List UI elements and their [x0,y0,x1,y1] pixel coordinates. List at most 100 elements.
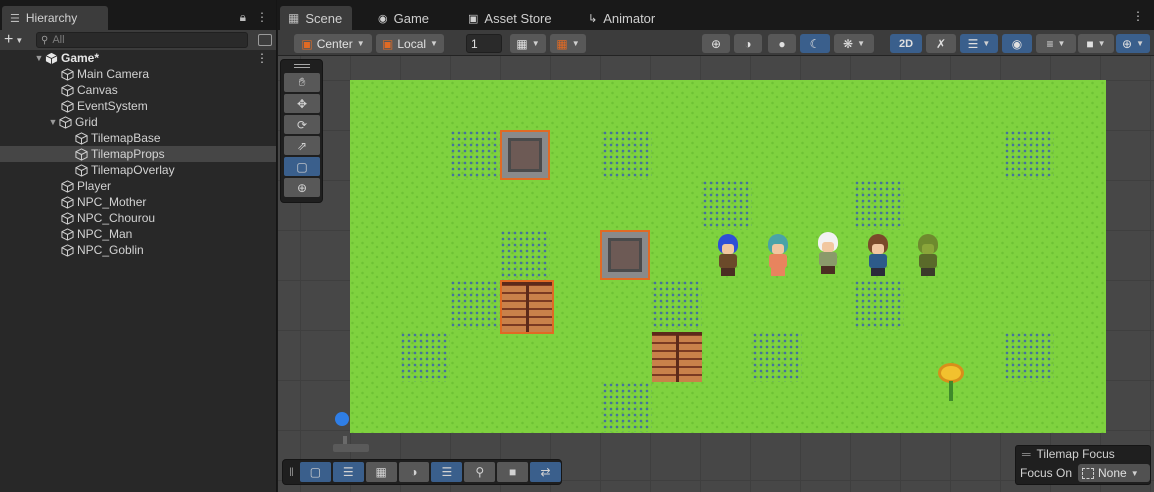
item-label: TilemapOverlay [91,163,175,177]
focus-on-dropdown[interactable]: None ▼ [1078,464,1150,482]
rect-tool-button[interactable]: ▢ [284,157,320,176]
drag-handle[interactable] [284,63,319,69]
effects-toggle[interactable]: ☰ ▼ [960,34,998,53]
add-object-button[interactable]: + ▼ [4,31,30,49]
list-item[interactable]: Main Camera [0,66,276,82]
item-label: NPC_Man [77,227,133,241]
gizmos-toggle[interactable]: ⊕ ▼ [1116,34,1150,53]
chevron-down-icon: ▼ [531,39,540,48]
scene-viewport[interactable] [278,56,1154,492]
search-options-icon[interactable] [258,34,272,46]
tab-scene[interactable]: ▦ Scene [280,6,353,30]
layers-dropdown[interactable]: ≡ ▼ [1036,34,1076,53]
sunflower-prop[interactable] [936,363,966,403]
wireframe-shading-button[interactable]: ⊕ [702,34,730,53]
scene-menu-icon[interactable]: ⋮ [256,51,268,65]
2d-mode-toggle[interactable]: 2D [890,34,922,53]
drag-handle[interactable]: ═ [1022,447,1031,461]
list-item[interactable]: TilemapBase [0,130,276,146]
expand-arrow-icon[interactable]: ▼ [48,117,58,127]
tilemap-layers-button[interactable]: ☰ [431,462,463,482]
stone-block-prop[interactable] [600,230,650,280]
wooden-crate-prop[interactable] [500,280,554,334]
gameobject-icon [74,147,88,161]
list-item[interactable]: EventSystem [0,98,276,114]
tab-game[interactable]: ◉ Game [378,6,429,30]
list-item[interactable]: TilemapProps [0,146,276,162]
list-item[interactable]: TilemapOverlay [0,162,276,178]
npc-goblin-sprite[interactable] [908,232,948,278]
list-item[interactable]: NPC_Mother [0,194,276,210]
item-label: EventSystem [77,99,148,113]
shaded-wireframe-button[interactable]: ◑ [734,34,762,53]
scale-tool-button[interactable]: ⇗ [284,136,320,155]
search-icon: ⚲ [475,465,485,479]
shuffle-icon: ⇄ [540,465,551,479]
tilemap-overlay-toolbar: ‖ ▢ ☰ ▦ ◑ ☰ ⚲ ■ ⇄ [282,459,562,485]
pivot-center-icon: ▣ [301,36,313,51]
sliders-icon: ☰ [342,465,354,479]
item-label: Canvas [77,83,118,97]
camera-tool-button[interactable]: ■ [497,462,529,482]
list-item[interactable]: Canvas [0,82,276,98]
debug-draw-mode-button[interactable]: ❋ ▼ [834,34,874,53]
grid-tool-button[interactable]: ▦ [365,462,397,482]
search-tool-button[interactable]: ⚲ [464,462,496,482]
tilemap-focus-overlay: ═ Tilemap Focus Focus On None ▼ [1015,445,1151,485]
player-sprite[interactable] [708,232,748,278]
drag-handle[interactable]: ‖ [289,465,294,479]
pivot-dropdown[interactable]: ▣ Center ▼ [294,34,372,53]
grid-size-field[interactable]: 1 [466,34,502,53]
tools-palette: ✋︎ ✥ ⟳ ⇗ ▢ ⊕ [280,59,323,203]
expand-arrow-icon[interactable]: ▼ [34,53,44,63]
more-options-icon[interactable]: ⋮ [256,10,268,25]
chevron-down-icon: ▼ [430,39,438,48]
gameobject-icon [60,195,74,209]
hand-tool-button[interactable]: ✋︎ [284,73,320,92]
transform-tool-button[interactable]: ⊕ [284,178,320,197]
unlit-button[interactable]: ☾ [800,34,830,53]
lock-icon[interactable]: 🔒︎ [240,10,246,25]
move-tool-button[interactable]: ✥ [284,94,320,113]
tab-asset-store[interactable]: ▣ Asset Store [468,6,552,30]
hierarchy-tabbar: ☰ Hierarchy 🔒︎ ⋮ [0,0,276,30]
npc-chourou-sprite[interactable] [808,230,848,276]
npc-man-sprite[interactable] [858,232,898,278]
gameobject-icon [74,163,88,177]
list-item[interactable]: ▼ Grid [0,114,276,130]
space-dropdown[interactable]: ▣ Local ▼ [376,34,444,53]
grass-tilemap [350,80,1106,433]
lighting-tool-button[interactable]: ◑ [398,462,430,482]
wireframe-sphere-icon: ⊕ [710,36,722,51]
snap-increment-button[interactable]: ▦ ▼ [550,34,586,53]
scene-visibility-toggle[interactable]: ◉ [1002,34,1032,53]
lighting-toggle[interactable]: ✗ [926,34,956,53]
list-item[interactable]: NPC_Chourou [0,210,276,226]
shopping-bag-icon: ▣ [468,12,479,25]
palette-tool-button[interactable]: ☰ [332,462,364,482]
list-item[interactable]: Player [0,178,276,194]
list-item[interactable]: NPC_Goblin [0,242,276,258]
list-item[interactable]: NPC_Man [0,226,276,242]
eventsystem-gizmo-icon [333,436,369,452]
shaded-button[interactable]: ● [768,34,796,53]
more-options-icon[interactable]: ⋮ [1132,9,1144,23]
npc-mother-sprite[interactable] [758,232,798,278]
shuffle-tool-button[interactable]: ⇄ [530,462,561,482]
scene-row[interactable]: ▼ Game* ⋮ [0,50,276,66]
rotate-tool-button[interactable]: ⟳ [284,115,320,134]
camera-settings-button[interactable]: ■ ▼ [1078,34,1114,53]
grid-visibility-button[interactable]: ▦ ▼ [510,34,546,53]
stone-block-prop[interactable] [500,130,550,180]
wooden-crate-prop[interactable] [652,332,702,382]
flower-patch [752,332,802,382]
tab-animator[interactable]: ↳ Animator [588,6,655,30]
flower-patch [854,280,904,330]
camera-gizmo-icon[interactable] [335,412,349,426]
item-label: TilemapBase [91,131,161,145]
stack-icon: ≡ [1046,36,1054,51]
tab-hierarchy[interactable]: ☰ Hierarchy [2,6,108,30]
animator-icon: ↳ [588,12,598,25]
select-tool-button[interactable]: ▢ [299,462,331,482]
hierarchy-search-field[interactable]: ⚲ All [36,32,248,48]
